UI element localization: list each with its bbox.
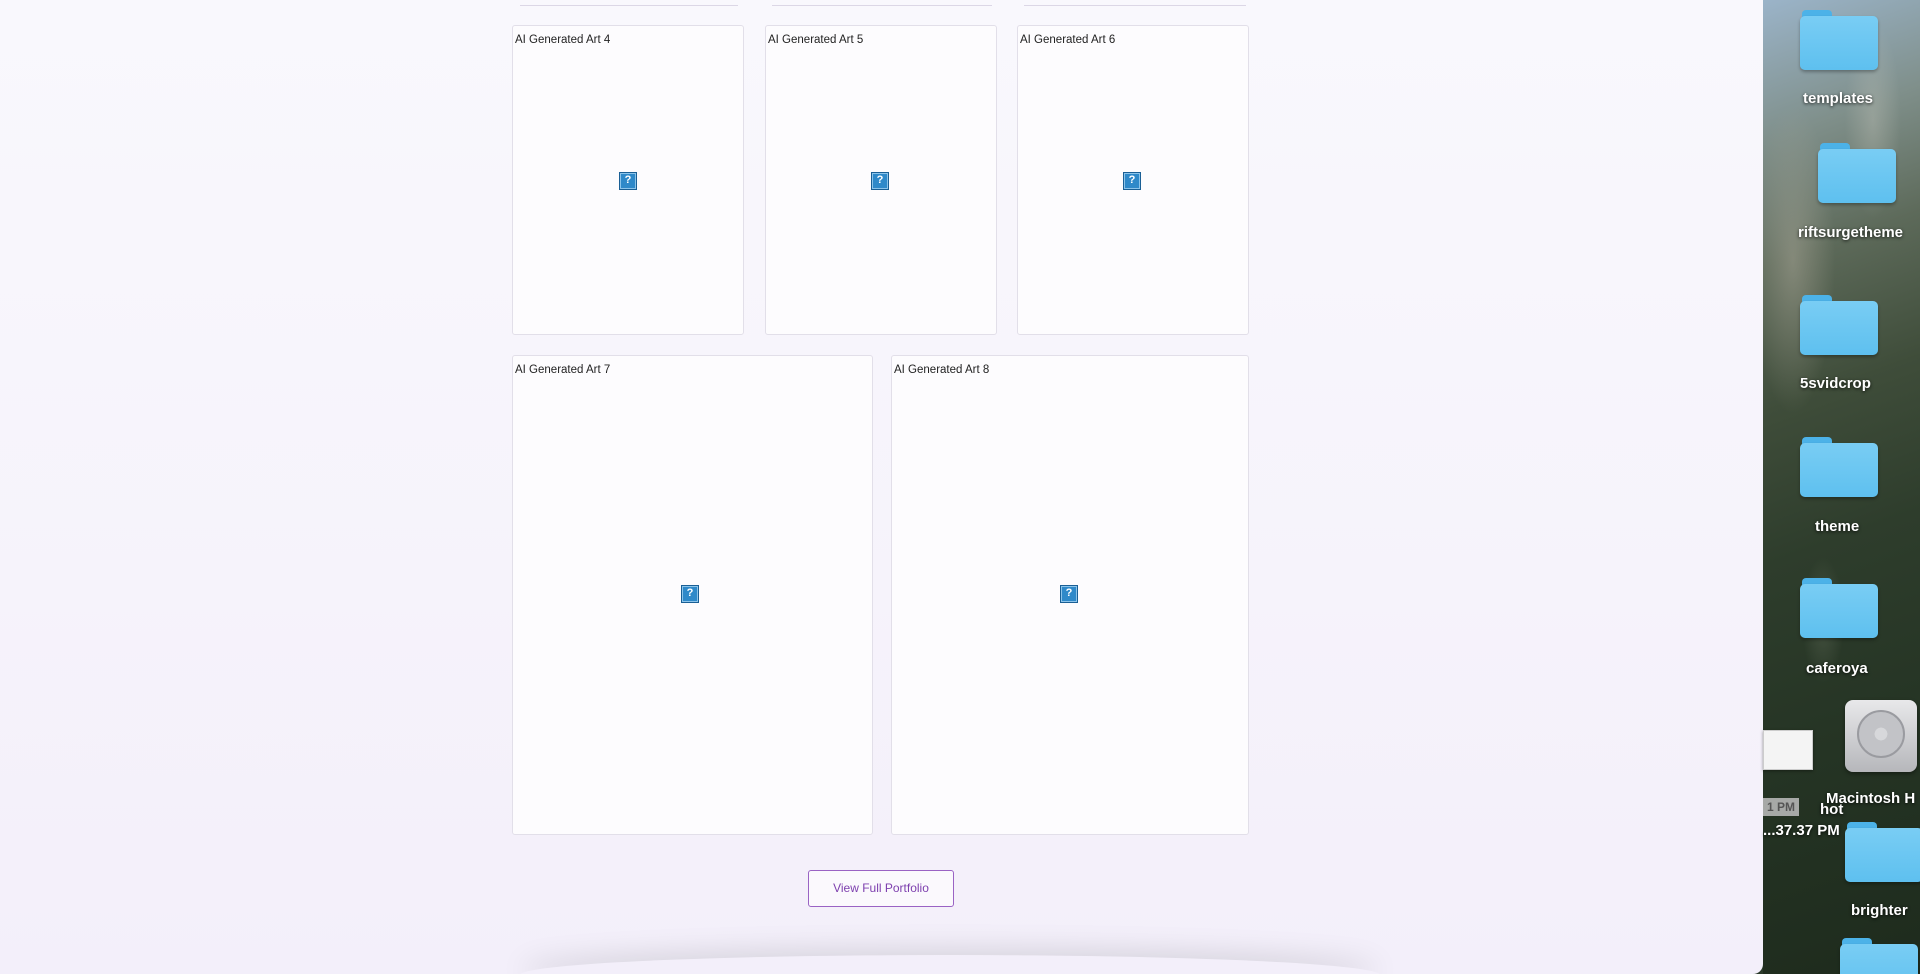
card-title: AI Generated Art 6 [1020, 34, 1116, 46]
broken-image-icon: ? [681, 585, 699, 603]
folder-icon[interactable] [1800, 10, 1878, 70]
folder-icon[interactable] [1840, 938, 1918, 974]
view-full-portfolio-button[interactable]: View Full Portfolio [808, 870, 954, 907]
folder-icon[interactable] [1800, 437, 1878, 497]
desktop-item-label[interactable]: templates [1803, 90, 1873, 107]
desktop-item-label[interactable]: ...37.37 PM [1763, 822, 1840, 839]
gallery-card[interactable]: AI Generated Art 6 ? [1017, 25, 1249, 335]
folder-icon[interactable] [1800, 295, 1878, 355]
desktop-item-label[interactable]: brighter [1851, 902, 1908, 919]
folder-icon[interactable] [1818, 143, 1896, 203]
desktop-item-label[interactable]: caferoya [1806, 660, 1868, 677]
broken-image-icon: ? [1060, 585, 1078, 603]
folder-icon[interactable] [1800, 578, 1878, 638]
footer-edge [520, 955, 1380, 974]
card-title: AI Generated Art 4 [515, 34, 611, 46]
card-bottom-edge [1024, 0, 1246, 6]
broken-image-icon: ? [871, 172, 889, 190]
browser-page: AI Generated Art 4 ? AI Generated Art 5 … [0, 0, 1763, 974]
screenshot-thumbnail[interactable] [1763, 730, 1813, 770]
card-bottom-edge [520, 0, 738, 6]
gallery-card[interactable]: AI Generated Art 7 ? [512, 355, 873, 835]
desktop-item-label[interactable]: 5svidcrop [1800, 375, 1871, 392]
card-title: AI Generated Art 8 [894, 364, 990, 376]
gallery-card[interactable]: AI Generated Art 4 ? [512, 25, 744, 335]
card-title: AI Generated Art 7 [515, 364, 611, 376]
desktop-item-label[interactable]: riftsurgetheme [1798, 224, 1903, 241]
screenshot-time-tag: 1 PM [1763, 798, 1799, 816]
card-bottom-edge [772, 0, 992, 6]
card-title: AI Generated Art 5 [768, 34, 864, 46]
desktop-item-label[interactable]: theme [1815, 518, 1859, 535]
gallery-card[interactable]: AI Generated Art 8 ? [891, 355, 1249, 835]
gallery-card[interactable]: AI Generated Art 5 ? [765, 25, 997, 335]
desktop-item-label[interactable]: Macintosh H [1826, 790, 1915, 807]
broken-image-icon: ? [619, 172, 637, 190]
broken-image-icon: ? [1123, 172, 1141, 190]
folder-icon[interactable] [1845, 822, 1920, 882]
hard-drive-icon[interactable] [1845, 700, 1917, 772]
